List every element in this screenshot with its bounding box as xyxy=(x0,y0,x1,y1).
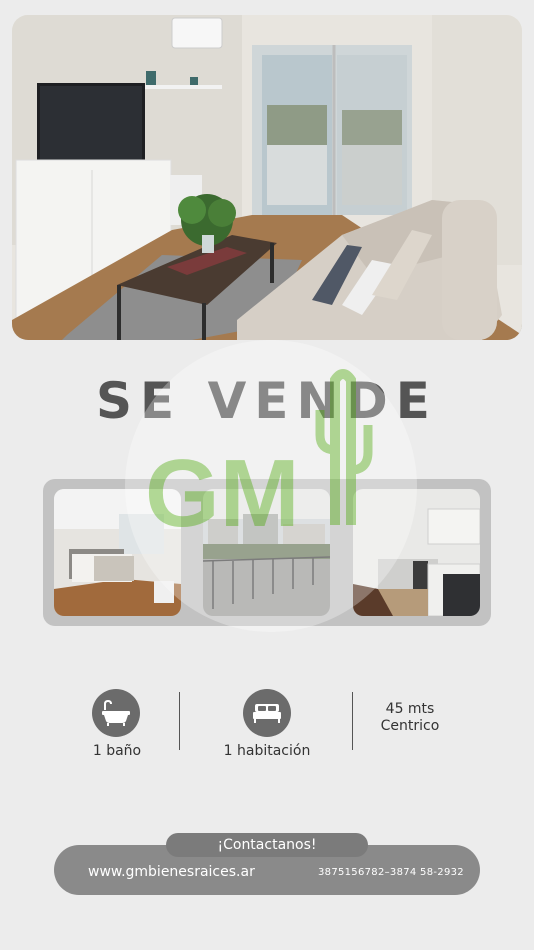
feature-bedroom-label: 1 habitación xyxy=(223,743,311,759)
feature-bath xyxy=(92,689,140,737)
watermark-logo-text: GM xyxy=(145,440,300,547)
contact-title: ¡Contactanos! xyxy=(166,833,368,857)
feature-location-label: Centrico xyxy=(380,718,440,734)
watermark-logo: GM xyxy=(125,340,417,632)
feature-size-label: 45 mts xyxy=(385,701,435,717)
divider xyxy=(179,692,180,750)
feature-bath-label: 1 baño xyxy=(92,743,142,759)
phone-numbers: 3875156782–3874 58-2932 xyxy=(318,867,464,878)
hero-photo xyxy=(12,15,522,340)
feature-bedroom xyxy=(243,689,291,737)
bed-icon xyxy=(243,689,291,737)
bathtub-icon xyxy=(92,689,140,737)
divider xyxy=(352,692,353,750)
website-link[interactable]: www.gmbienesraices.ar xyxy=(88,864,255,880)
